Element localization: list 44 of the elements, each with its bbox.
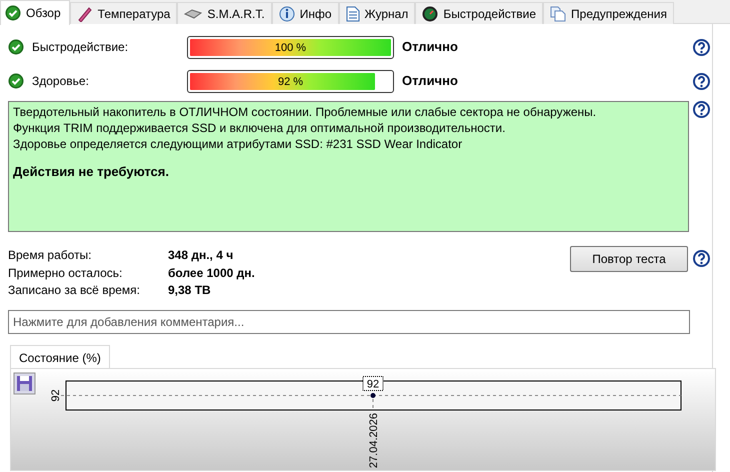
info-icon [278, 6, 295, 22]
tab[interactable]: Предупреждения [543, 2, 674, 24]
stat-label: Примерно осталось: [8, 264, 124, 281]
rating-text: Отлично [402, 38, 458, 56]
meter-label: Здоровье: [32, 73, 90, 90]
progress-reading: 100 % [274, 40, 308, 56]
tab[interactable]: Температура [70, 2, 178, 24]
x-tick-label: 27.04.2026 [368, 412, 380, 468]
tab[interactable]: Журнал [338, 2, 416, 24]
summary-text: Здоровье определяется следующими атрибутами SSD: #231 SSD Wear Indicator [13, 136, 464, 152]
gauge-icon [422, 6, 438, 22]
tab[interactable]: Быстродействие [415, 2, 544, 24]
summary-text: Твердотельный накопитель в ОТЛИЧНОМ состоянии. Проблемные или слабые сектора не обнаружены. [13, 104, 598, 120]
stat-label: Время работы: [8, 247, 93, 264]
check-icon [5, 5, 21, 21]
documents-icon [550, 6, 566, 22]
check-icon [8, 73, 24, 89]
help-icon[interactable] [693, 72, 710, 90]
drive-icon [184, 8, 202, 20]
data-point [370, 392, 376, 398]
check-icon [8, 39, 24, 55]
stat-value: 9,38 TB [168, 282, 211, 298]
save-icon[interactable] [14, 372, 36, 394]
summary-text: Функция TRIM поддерживается SSD и включена для оптимальной производительности. [13, 120, 506, 136]
help-icon[interactable] [693, 250, 710, 267]
tab[interactable]: Обзор [0, 0, 70, 25]
y-tick-label: 92 [50, 388, 62, 402]
stat-label: Записано за всё время: [8, 282, 141, 298]
stat-value: 348 дн., 4 ч [168, 247, 234, 264]
data-label: 92 [362, 376, 384, 390]
document-icon [346, 6, 360, 22]
comment-field[interactable]: Нажмите для добавления комментария... [8, 310, 690, 334]
meter-label: Быстродействие: [32, 39, 130, 56]
stick-icon [76, 6, 93, 22]
help-icon[interactable] [693, 38, 710, 56]
retest-button[interactable]: Повтор теста [570, 246, 688, 272]
chart-tab[interactable]: Состояние (%) [10, 344, 110, 368]
rating-text: Отлично [402, 72, 458, 90]
tab[interactable]: Инфо [272, 2, 339, 24]
progress-reading: 92 % [276, 74, 304, 90]
stat-value: более 1000 дн. [168, 264, 255, 281]
help-icon[interactable] [693, 101, 710, 118]
action-text: Действия не требуются. [13, 164, 170, 180]
tab[interactable]: S.M.A.R.T. [177, 2, 272, 24]
